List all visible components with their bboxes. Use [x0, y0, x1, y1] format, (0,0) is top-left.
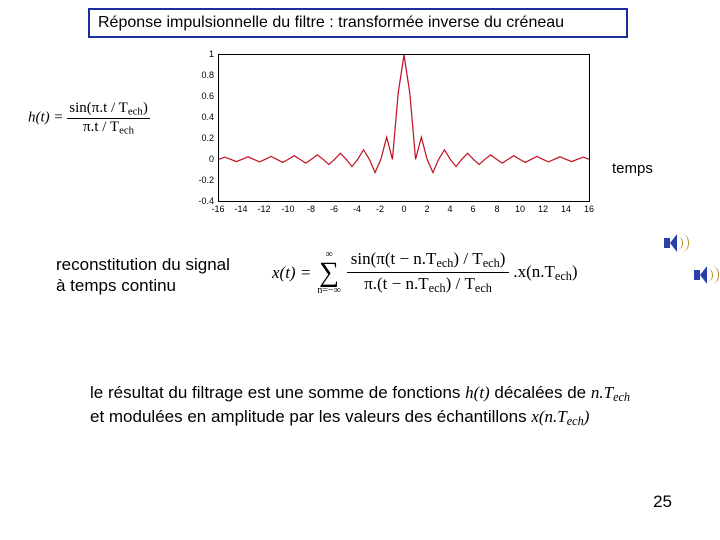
plot-frame: [218, 54, 590, 202]
x-tick: 8: [485, 204, 509, 214]
x-tick: 12: [531, 204, 555, 214]
x-tick: 16: [577, 204, 601, 214]
y-tick: 1: [190, 54, 214, 64]
sinc-curve: [219, 55, 589, 201]
speaker-icon[interactable]: [692, 264, 718, 286]
x-tick: 2: [415, 204, 439, 214]
speaker-icon[interactable]: [662, 232, 688, 254]
x-tick: -6: [322, 204, 346, 214]
page-number: 25: [653, 492, 672, 512]
x-tick: 0: [392, 204, 416, 214]
x-axis-label: temps: [612, 160, 653, 177]
y-tick: 0.8: [190, 75, 214, 85]
sinc-chart: 1 0.8 0.6 0.4 0.2 0 -0.2 -0.4 -16 -14 -1…: [190, 46, 610, 216]
y-tick: 0.6: [190, 96, 214, 106]
x-tick: -14: [229, 204, 253, 214]
x-tick: 10: [508, 204, 532, 214]
y-tick: 0.4: [190, 117, 214, 127]
result-paragraph: le résultat du filtrage est une somme de…: [90, 382, 630, 429]
x-tick: -12: [252, 204, 276, 214]
page-title: Réponse impulsionnelle du filtre : trans…: [88, 8, 628, 38]
x-tick: -8: [299, 204, 323, 214]
y-tick: 0: [190, 159, 214, 169]
x-tick: -10: [276, 204, 300, 214]
x-tick: 4: [438, 204, 462, 214]
x-tick: 6: [461, 204, 485, 214]
formula-impulse-response: h(t) = sin(π.t / Tech) π.t / Tech: [28, 100, 150, 136]
x-tick: 14: [554, 204, 578, 214]
y-tick: -0.2: [190, 180, 214, 190]
x-tick: -16: [206, 204, 230, 214]
formula-reconstruction: x(t) = ∞ ∑ n=−∞ sin(π(t − n.Tech) / Tech…: [272, 248, 578, 297]
x-tick: -4: [345, 204, 369, 214]
y-tick: 0.2: [190, 138, 214, 148]
reconstitution-text: reconstitution du signal à temps continu: [56, 254, 230, 297]
x-tick: -2: [368, 204, 392, 214]
